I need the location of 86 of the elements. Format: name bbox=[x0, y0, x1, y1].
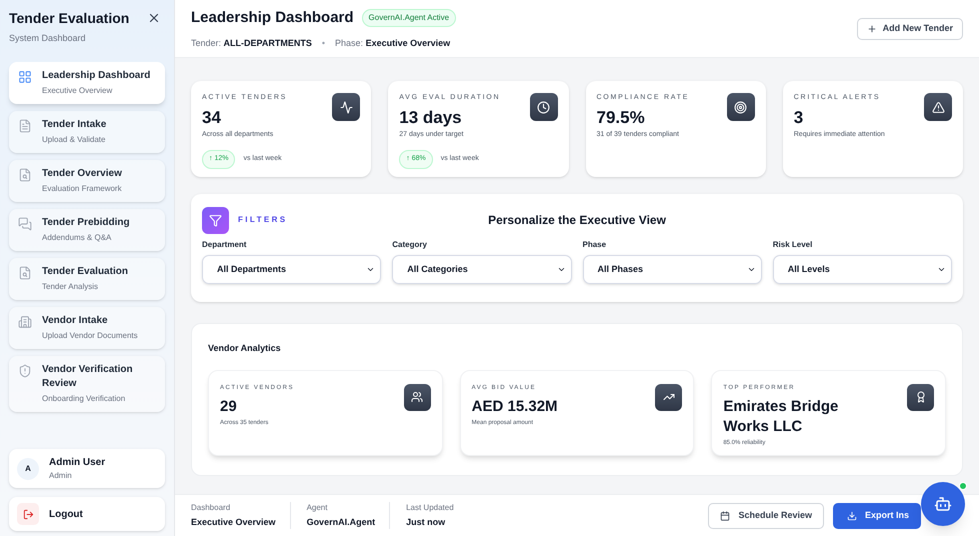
nav-item-label: Tender Evaluation bbox=[42, 264, 128, 278]
document-search-icon bbox=[18, 168, 32, 182]
filters-title: Personalize the Executive View bbox=[488, 212, 666, 229]
schedule-review-button[interactable]: Schedule Review bbox=[708, 502, 824, 528]
user-card[interactable]: A Admin User Admin bbox=[9, 449, 165, 488]
chevron-down-icon bbox=[937, 265, 946, 274]
filter-select[interactable]: All Departments bbox=[202, 255, 382, 284]
chevron-down-icon bbox=[746, 265, 756, 274]
assistant-button[interactable] bbox=[921, 482, 965, 526]
nav-item-subtitle: Upload & Validate bbox=[42, 134, 106, 146]
nav-item-subtitle: Addendums & Q&A bbox=[42, 232, 112, 244]
stat-value: 3 bbox=[794, 108, 804, 128]
nav-item-label: Tender Prebidding bbox=[42, 216, 130, 230]
grid-icon bbox=[18, 70, 32, 84]
tender-label: Tender: ALL-DEPARTMENTS bbox=[191, 36, 312, 50]
stat-value: 34 bbox=[202, 108, 222, 128]
stat-value: AED 15.32M bbox=[472, 396, 558, 416]
user-name: Admin User bbox=[49, 456, 106, 470]
section-title: Vendor Analytics bbox=[208, 342, 282, 355]
nav-item-label: Tender Overview bbox=[42, 166, 122, 180]
sidebar-title: Tender Evaluation bbox=[9, 9, 130, 27]
stat-value: 13 days bbox=[399, 108, 463, 128]
target-icon bbox=[726, 93, 755, 121]
trend-up-icon bbox=[655, 384, 682, 410]
nav-item[interactable]: Vendor Intake Upload Vendor Documents bbox=[9, 306, 165, 348]
phase-label: Phase: Executive Overview bbox=[335, 36, 450, 50]
status-badge: GovernAI.Agent Active bbox=[362, 9, 456, 28]
nav-item-subtitle: Executive Overview bbox=[42, 84, 114, 96]
stat-value: 29 bbox=[220, 396, 238, 416]
filter-label: Phase bbox=[582, 239, 608, 251]
nav-item[interactable]: Tender Intake Upload & Validate bbox=[9, 110, 165, 152]
user-avatar: A bbox=[17, 458, 39, 480]
plus-icon bbox=[866, 24, 877, 34]
nav-item[interactable]: Vendor Verification Review Onboarding Verification bbox=[9, 356, 165, 412]
nav-item-subtitle: Evaluation Framework bbox=[42, 182, 122, 194]
nav-item[interactable]: Tender Prebidding Addendums & Q&A bbox=[9, 208, 165, 250]
footer-label: Dashboard bbox=[191, 502, 232, 514]
users-icon bbox=[404, 384, 431, 410]
export-button[interactable]: Export Ins bbox=[832, 502, 921, 528]
calendar-icon bbox=[720, 510, 730, 520]
filter-select[interactable]: All Levels bbox=[772, 255, 952, 284]
building-icon bbox=[18, 314, 32, 328]
footer-value: Just now bbox=[406, 516, 446, 529]
footer-value: GovernAI.Agent bbox=[306, 516, 376, 529]
filter-select[interactable]: All Phases bbox=[582, 255, 762, 284]
robot-icon bbox=[934, 495, 952, 513]
page-title: Leadership Dashboard bbox=[191, 8, 354, 28]
warning-icon bbox=[924, 93, 952, 121]
chevron-down-icon bbox=[366, 265, 376, 274]
filter-label: Category bbox=[392, 239, 428, 251]
stat-value: Emirates Bridge Works LLC bbox=[723, 396, 840, 436]
nav-item[interactable]: Tender Overview Evaluation Framework bbox=[9, 160, 165, 202]
nav-item-subtitle: Tender Analysis bbox=[42, 280, 100, 292]
nav-item-subtitle: Upload Vendor Documents bbox=[42, 330, 138, 342]
filter-icon bbox=[202, 206, 229, 234]
sidebar-subtitle: System Dashboard bbox=[9, 32, 87, 45]
nav-item[interactable]: Tender Evaluation Tender Analysis bbox=[9, 258, 165, 300]
footer-label: Agent bbox=[306, 502, 328, 514]
document-icon bbox=[18, 118, 32, 132]
filter-select[interactable]: All Categories bbox=[392, 255, 572, 284]
nav-item-subtitle: Onboarding Verification bbox=[42, 392, 126, 404]
download-icon bbox=[846, 510, 857, 520]
award-icon bbox=[907, 384, 934, 410]
close-icon[interactable] bbox=[147, 11, 161, 25]
nav-item[interactable]: Leadership Dashboard Executive Overview bbox=[9, 62, 165, 104]
logout-button[interactable]: Logout bbox=[9, 497, 165, 531]
filters-label: FILTERS bbox=[238, 214, 288, 226]
nav-item-label: Leadership Dashboard bbox=[42, 68, 150, 82]
nav-item-label: Vendor Verification Review bbox=[42, 362, 134, 390]
nav-item-label: Vendor Intake bbox=[42, 314, 109, 328]
logout-icon bbox=[17, 503, 39, 525]
shield-icon bbox=[18, 364, 32, 378]
pulse-icon bbox=[332, 93, 360, 121]
stat-value: 79.5% bbox=[596, 108, 646, 128]
add-tender-button[interactable]: Add New Tender bbox=[856, 18, 963, 40]
filter-label: Department bbox=[202, 239, 248, 251]
filter-label: Risk Level bbox=[772, 239, 814, 251]
document-search-icon bbox=[18, 266, 32, 280]
footer-label: Last Updated bbox=[406, 502, 454, 514]
clock-icon bbox=[530, 93, 558, 121]
chevron-down-icon bbox=[556, 265, 566, 274]
nav-item-label: Tender Intake bbox=[42, 118, 106, 132]
user-role: Admin bbox=[49, 470, 73, 482]
chat-icon bbox=[18, 216, 32, 230]
footer-value: Executive Overview bbox=[191, 516, 276, 529]
separator-dot: • bbox=[322, 36, 326, 50]
